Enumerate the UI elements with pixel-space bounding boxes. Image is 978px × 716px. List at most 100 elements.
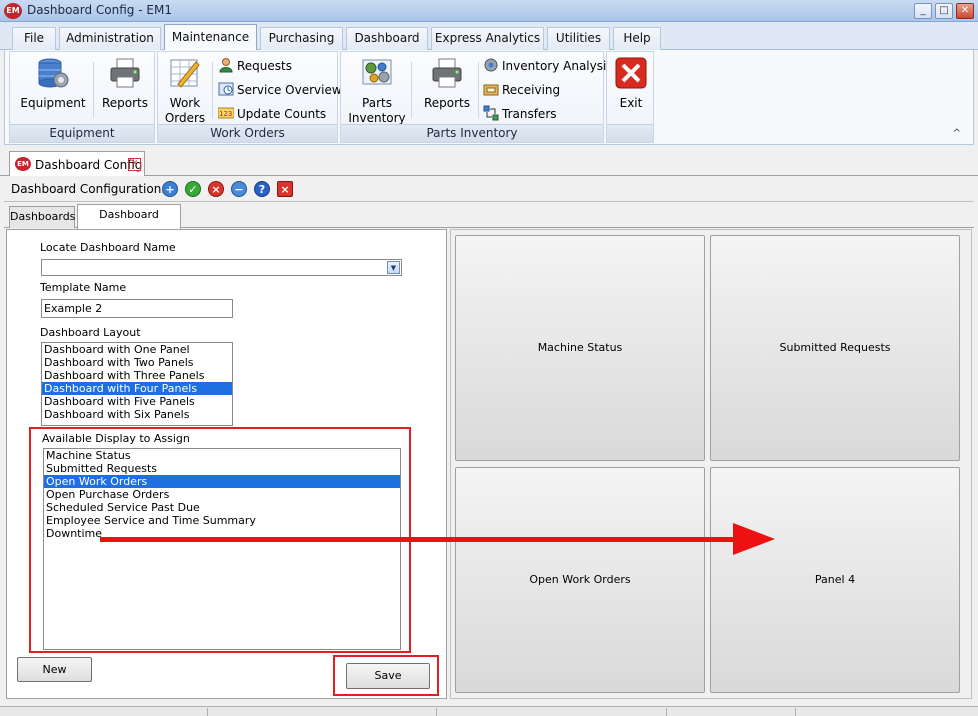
document-tab-strip: EM Dashboard Config ✕ (0, 148, 978, 176)
equipment-button[interactable]: Equipment (16, 56, 90, 111)
printer-icon (432, 58, 462, 88)
list-item[interactable]: Dashboard with Two Panels (42, 356, 232, 369)
close-config-icon[interactable]: × (277, 181, 293, 197)
locate-dashboard-label: Locate Dashboard Name (40, 241, 176, 254)
annotation-arrow-head (733, 523, 775, 555)
tab-express-analytics[interactable]: Express Analytics (431, 27, 544, 50)
separator (411, 62, 412, 118)
chevron-down-icon[interactable]: ▼ (387, 261, 400, 274)
remove-icon[interactable]: − (231, 181, 247, 197)
list-item[interactable]: Submitted Requests (44, 462, 400, 475)
inventory-analysis-icon (484, 58, 498, 72)
annotation-arrow (100, 537, 740, 542)
requests-user-icon (219, 58, 233, 73)
equipment-reports-button[interactable]: Reports (98, 56, 152, 111)
preview-panel-1[interactable]: Machine Status (455, 235, 705, 461)
work-orders-label-line1: Work (169, 96, 201, 110)
ribbon-group-equipment: Equipment Reports Equipment (9, 51, 155, 143)
ribbon: Equipment Reports Equipment Work Orders … (4, 50, 974, 145)
exit-icon (615, 57, 647, 89)
locate-dashboard-combobox[interactable]: ▼ (41, 259, 402, 276)
app-logo-icon: EM (15, 157, 31, 171)
work-orders-icon (170, 59, 200, 88)
panel-title: Open Work Orders (529, 573, 631, 586)
equipment-database-icon (38, 58, 69, 88)
list-item[interactable]: Employee Service and Time Summary (44, 514, 400, 527)
requests-button[interactable]: Requests (218, 57, 292, 77)
status-divider (207, 708, 208, 716)
tab-maintenance[interactable]: Maintenance (164, 24, 257, 51)
settings-tab-strip: Dashboards Dashboard Settings (4, 204, 974, 241)
transfers-label: Transfers (502, 107, 557, 121)
panel-title: Submitted Requests (779, 341, 891, 354)
transfers-button[interactable]: Transfers (483, 105, 557, 125)
inventory-analysis-button[interactable]: Inventory Analysis (483, 57, 613, 77)
dashboard-preview-pane: Machine Status Submitted Requests Open W… (450, 229, 972, 699)
help-icon[interactable]: ? (254, 181, 270, 197)
list-item[interactable]: Dashboard with Five Panels (42, 395, 232, 408)
minimize-button[interactable]: _ (914, 3, 932, 19)
available-display-list[interactable]: Machine Status Submitted Requests Open W… (43, 448, 401, 650)
svg-text:123: 123 (219, 110, 232, 118)
new-button[interactable]: New (17, 657, 92, 682)
equipment-label: Equipment (20, 96, 86, 110)
update-counts-icon: 123 (218, 107, 234, 119)
service-overview-button[interactable]: Service Overview (218, 81, 342, 101)
menu-tab-row: File Administration Maintenance Purchasi… (0, 22, 978, 51)
ribbon-group-work-orders: Work Orders Requests Service Overview 12… (157, 51, 342, 143)
dashboard-layout-label: Dashboard Layout (40, 326, 141, 339)
preview-panel-3[interactable]: Open Work Orders (455, 467, 705, 693)
equipment-group-label: Equipment (10, 124, 154, 142)
exit-group-label (607, 124, 653, 142)
preview-panel-4[interactable]: Panel 4 (710, 467, 960, 693)
tab-purchasing[interactable]: Purchasing (260, 27, 343, 50)
dashboard-layout-list[interactable]: Dashboard with One Panel Dashboard with … (41, 342, 233, 426)
list-item-selected[interactable]: Open Work Orders (44, 475, 400, 488)
accept-icon[interactable]: ✓ (185, 181, 201, 197)
collapse-ribbon-icon[interactable]: ^ (953, 128, 961, 139)
list-item[interactable]: Open Purchase Orders (44, 488, 400, 501)
tab-help[interactable]: Help (613, 27, 661, 50)
template-name-input[interactable]: Example 2 (41, 299, 233, 318)
tab-administration[interactable]: Administration (59, 27, 161, 50)
status-divider (436, 708, 437, 716)
list-item[interactable]: Dashboard with Six Panels (42, 408, 232, 421)
save-button[interactable]: Save (346, 663, 430, 689)
list-item[interactable]: Scheduled Service Past Due (44, 501, 400, 514)
close-tab-icon[interactable]: ✕ (128, 158, 141, 171)
tab-dashboard[interactable]: Dashboard (346, 27, 428, 50)
list-item[interactable]: Dashboard with One Panel (42, 343, 232, 356)
maximize-button[interactable]: □ (935, 3, 953, 19)
ribbon-group-parts-inventory: Parts Inventory Reports Inventory Analys… (340, 51, 613, 143)
panel-title: Machine Status (537, 341, 623, 354)
work-orders-group-label: Work Orders (158, 124, 337, 142)
equipment-reports-label: Reports (101, 96, 149, 110)
settings-form-pane: Locate Dashboard Name ▼ Template Name Ex… (6, 229, 447, 699)
update-counts-button[interactable]: 123 Update Counts (218, 105, 326, 125)
tab-file[interactable]: File (12, 27, 56, 50)
tab-utilities[interactable]: Utilities (547, 27, 610, 50)
close-window-button[interactable]: ✕ (956, 3, 974, 19)
list-item[interactable]: Dashboard with Three Panels (42, 369, 232, 382)
inventory-analysis-label: Inventory Analysis (502, 59, 613, 73)
transfers-icon (483, 105, 499, 121)
status-divider (666, 708, 667, 716)
parts-reports-button[interactable]: Reports (419, 56, 475, 111)
exit-label: Exit (619, 96, 643, 110)
preview-panel-2[interactable]: Submitted Requests (710, 235, 960, 461)
parts-inventory-button[interactable]: Parts Inventory (345, 56, 409, 126)
work-orders-button[interactable]: Work Orders (162, 56, 208, 126)
exit-button[interactable]: Exit (611, 56, 651, 111)
list-item-selected[interactable]: Dashboard with Four Panels (42, 382, 232, 395)
add-icon[interactable]: + (162, 181, 178, 197)
parts-reports-label: Reports (423, 96, 471, 110)
available-display-label: Available Display to Assign (42, 432, 190, 445)
cancel-icon[interactable]: × (208, 181, 224, 197)
tab-dashboard-config[interactable]: EM Dashboard Config ✕ (9, 151, 145, 176)
tab-dashboards[interactable]: Dashboards (9, 206, 75, 228)
status-bar (0, 706, 978, 716)
list-item[interactable]: Machine Status (44, 449, 400, 462)
tab-dashboard-settings[interactable]: Dashboard Settings (77, 204, 181, 241)
receiving-button[interactable]: Receiving (483, 81, 560, 101)
window-title: Dashboard Config - EM1 (27, 3, 172, 17)
